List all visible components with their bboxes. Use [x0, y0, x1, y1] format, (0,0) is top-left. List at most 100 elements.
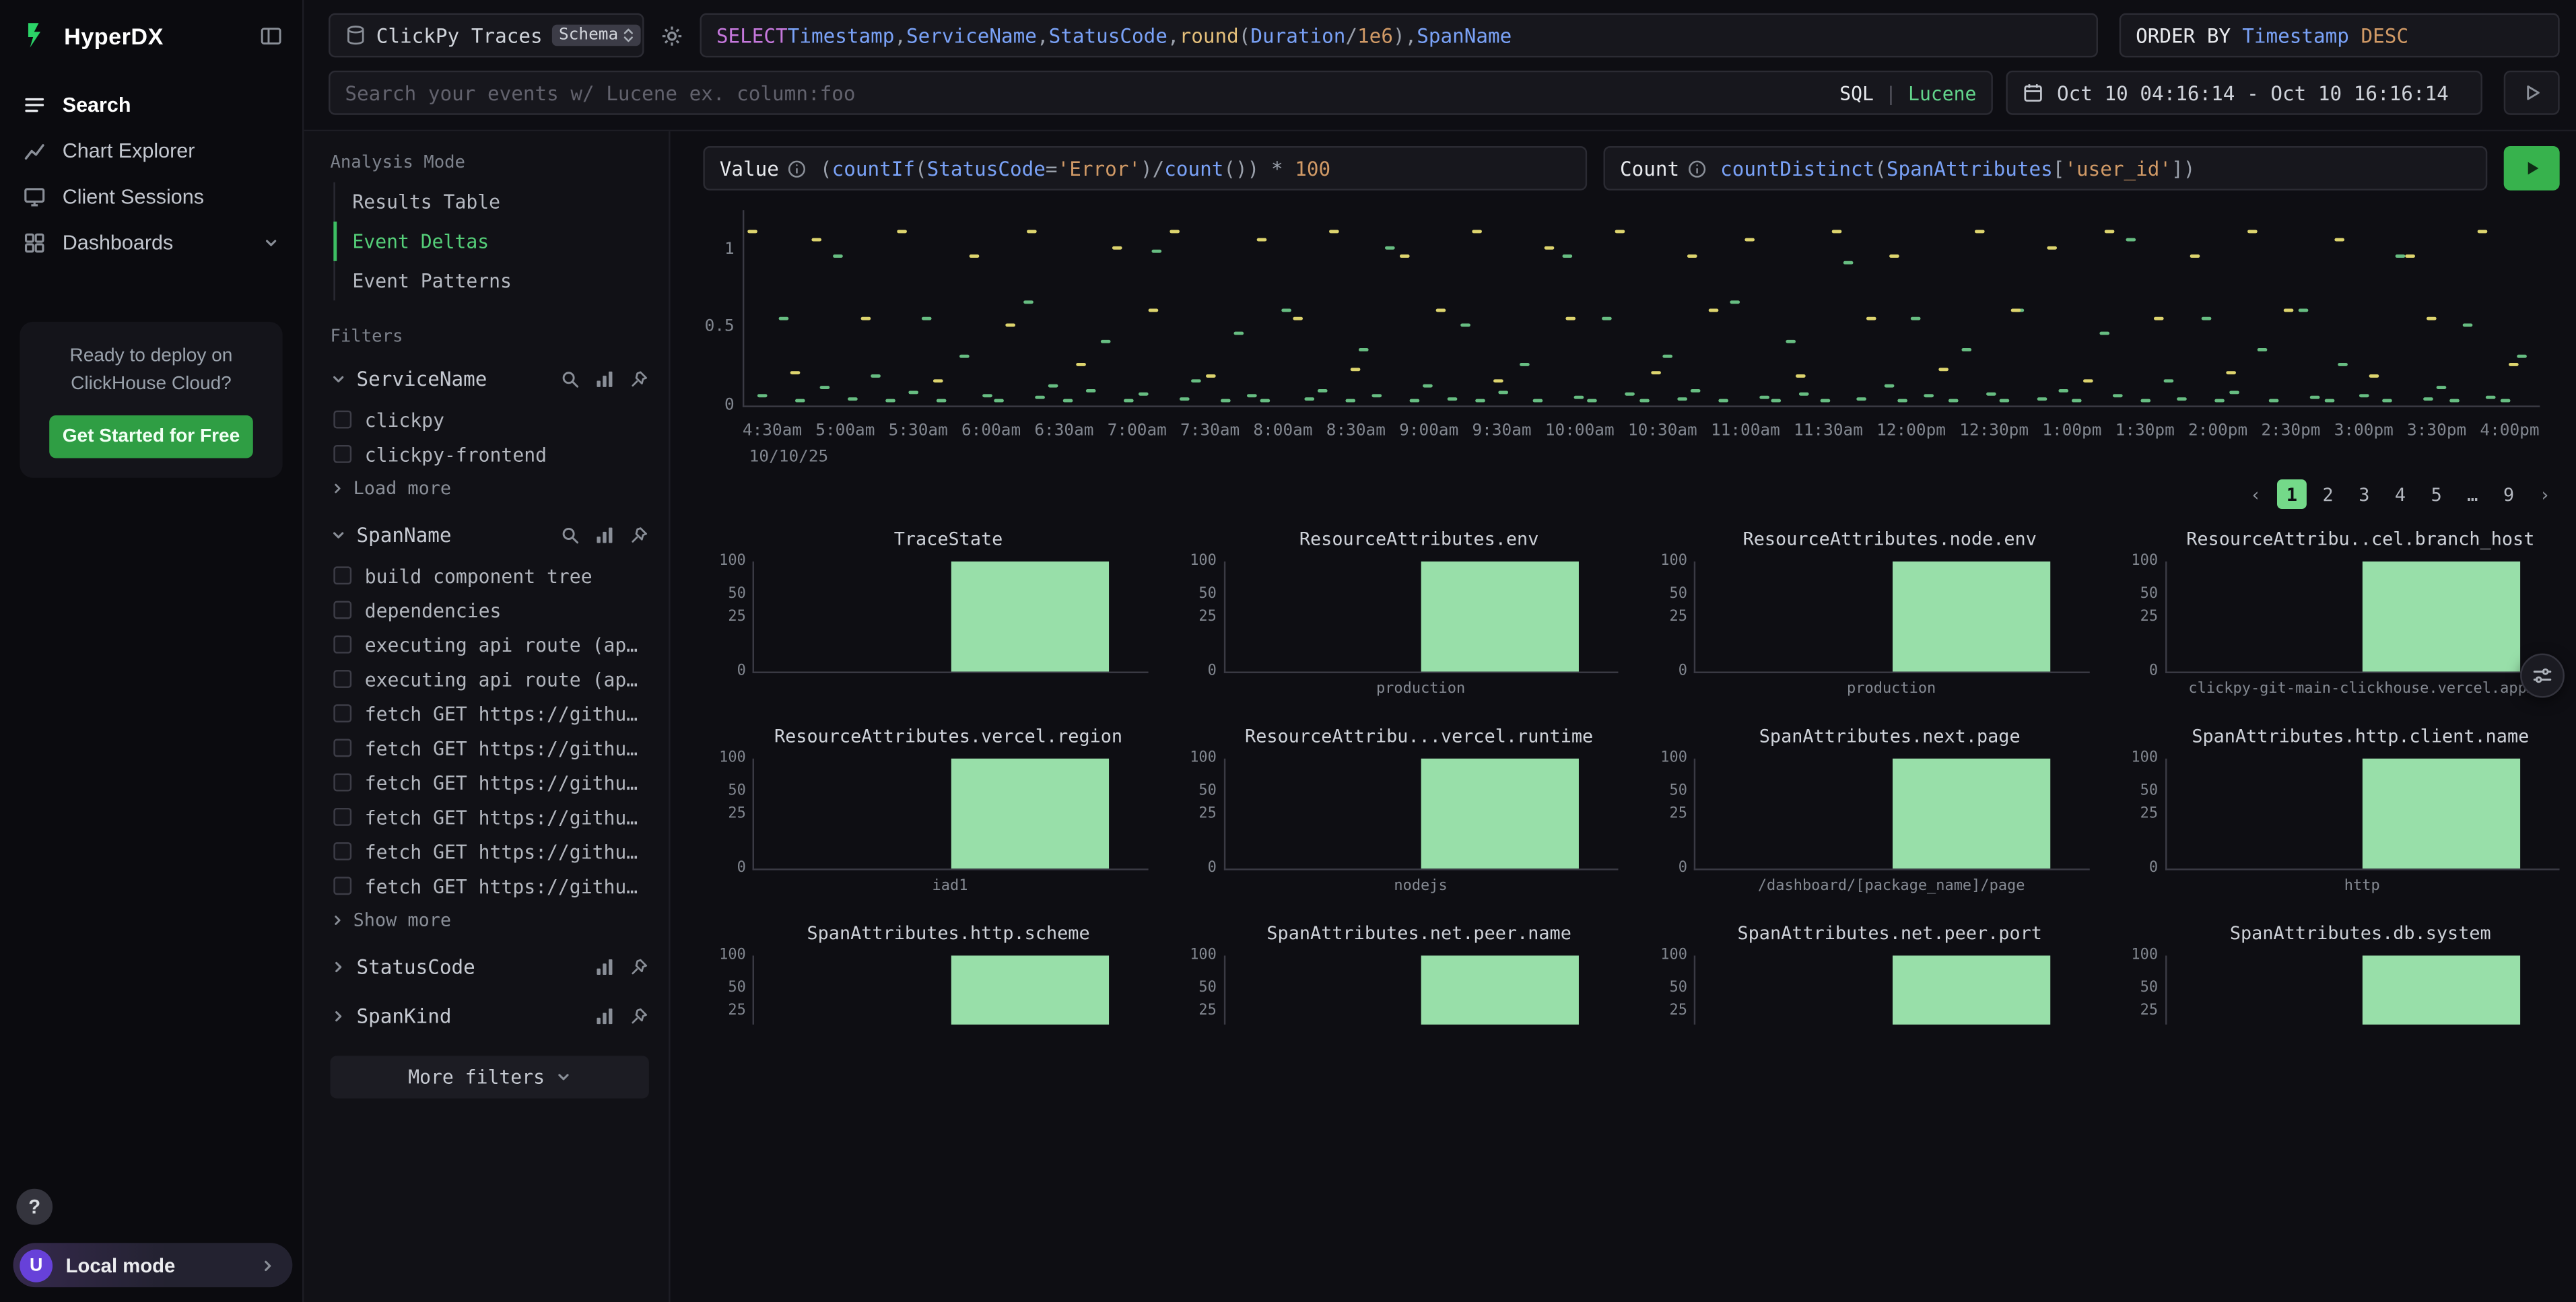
sidebar-item-search[interactable]: Search — [0, 82, 302, 128]
checkbox[interactable] — [333, 601, 351, 619]
mini-chart[interactable]: TraceState10050250 — [703, 528, 1147, 699]
filter-group-header[interactable]: SpanKind — [330, 994, 648, 1039]
schema-chip[interactable]: Schema — [552, 25, 641, 46]
load-more[interactable]: Load more — [330, 471, 648, 509]
toggle-sql[interactable]: SQL — [1839, 81, 1874, 104]
sidebar-item-client-sessions[interactable]: Client Sessions — [0, 174, 302, 220]
value-expression-input[interactable]: Value (countIf(StatusCode='Error')/count… — [703, 146, 1587, 191]
show-more[interactable]: Show more — [330, 903, 648, 940]
page-button-3[interactable]: 3 — [2349, 479, 2379, 509]
page-button-1[interactable]: 1 — [2277, 479, 2307, 509]
filter-option[interactable]: clickpy-frontend — [330, 437, 648, 471]
checkbox[interactable] — [333, 774, 351, 792]
filter-group-header[interactable]: ServiceName — [330, 356, 648, 402]
event-deltas-chart[interactable]: 10.50 4:30am5:00am5:30am6:00am6:30am7:00… — [703, 207, 2559, 469]
bar[interactable] — [1892, 561, 2049, 671]
bar[interactable] — [2363, 759, 2520, 868]
page-button-9[interactable]: 9 — [2494, 479, 2523, 509]
sql-select-input[interactable]: SELECT Timestamp, ServiceName, StatusCod… — [700, 13, 2098, 58]
mini-chart[interactable]: ResourceAttribu..cel.branch_host10050250… — [2115, 528, 2560, 699]
filter-option[interactable]: fetch GET https://github.… — [330, 868, 648, 903]
bar-chart-icon[interactable] — [595, 957, 614, 977]
bar[interactable] — [1892, 955, 2049, 1024]
mini-chart[interactable]: ResourceAttributes.vercel.region10050250… — [703, 726, 1147, 897]
bar[interactable] — [1421, 561, 1579, 671]
search-icon[interactable] — [560, 370, 580, 389]
filter-group-header[interactable]: StatusCode — [330, 944, 648, 990]
page-button-2[interactable]: 2 — [2313, 479, 2343, 509]
toggle-lucene[interactable]: Lucene — [1908, 81, 1976, 104]
mini-chart[interactable]: ResourceAttributes.node.env10050250produ… — [1645, 528, 2089, 699]
checkbox[interactable] — [333, 739, 351, 757]
checkbox[interactable] — [333, 411, 351, 429]
bar-chart-icon[interactable] — [595, 525, 614, 545]
filter-option[interactable]: clickpy — [330, 403, 648, 437]
bar[interactable] — [1892, 759, 2049, 868]
chart-settings-button[interactable] — [2520, 654, 2565, 698]
mini-chart[interactable]: SpanAttributes.net.peer.port100502508443 — [1645, 923, 2089, 1025]
mini-chart[interactable]: ResourceAttributes.env10050250production — [1174, 528, 1618, 699]
bar[interactable] — [1421, 759, 1579, 868]
mode-event-deltas[interactable]: Event Deltas — [333, 221, 649, 261]
checkbox[interactable] — [333, 445, 351, 463]
mode-event-patterns[interactable]: Event Patterns — [333, 261, 649, 301]
count-expression-input[interactable]: Count countDistinct(SpanAttributes['user… — [1604, 146, 2488, 191]
deltas-plot-area[interactable]: 10.50 — [743, 210, 2540, 407]
checkbox[interactable] — [333, 670, 351, 688]
mode-results-table[interactable]: Results Table — [333, 182, 649, 222]
mini-chart[interactable]: SpanAttributes.http.client.name10050250h… — [2115, 726, 2560, 897]
event-search-bar[interactable]: SQL | Lucene — [329, 71, 1993, 115]
checkbox[interactable] — [333, 877, 351, 895]
date-range-picker[interactable]: Oct 10 04:16:14 - Oct 10 16:16:14 — [2006, 71, 2482, 115]
checkbox[interactable] — [333, 808, 351, 826]
filter-option[interactable]: build component tree — [330, 558, 648, 592]
filter-option[interactable]: fetch GET https://github.… — [330, 834, 648, 868]
source-selector[interactable]: ClickPy Traces Schema — [329, 13, 644, 58]
page-next-button[interactable]: › — [2530, 479, 2560, 509]
pin-icon[interactable] — [630, 525, 649, 545]
pin-icon[interactable] — [630, 957, 649, 977]
bar[interactable] — [951, 759, 1108, 868]
search-icon[interactable] — [560, 525, 580, 545]
gear-icon[interactable] — [657, 24, 687, 46]
local-mode-button[interactable]: U Local mode — [13, 1243, 293, 1287]
bar[interactable] — [1421, 955, 1579, 1024]
mini-chart[interactable]: SpanAttributes.next.page10050250/dashboa… — [1645, 726, 2089, 897]
checkbox[interactable] — [333, 636, 351, 654]
page-prev-button[interactable]: ‹ — [2241, 479, 2270, 509]
filter-option[interactable]: fetch GET https://github.… — [330, 696, 648, 730]
help-button[interactable]: ? — [16, 1189, 53, 1225]
filter-option[interactable]: fetch GET https://github.… — [330, 800, 648, 834]
mini-chart[interactable]: SpanAttributes.http.scheme10050250https — [703, 923, 1147, 1025]
bar[interactable] — [2363, 955, 2520, 1024]
bar-chart-icon[interactable] — [595, 370, 614, 389]
pin-icon[interactable] — [630, 370, 649, 389]
more-filters-button[interactable]: More filters — [330, 1056, 648, 1098]
sidebar-item-chart-explorer[interactable]: Chart Explorer — [0, 128, 302, 174]
bar[interactable] — [2363, 561, 2520, 671]
live-tail-button[interactable] — [2504, 71, 2560, 115]
mini-chart[interactable]: SpanAttributes.db.system10050250clickhou… — [2115, 923, 2560, 1025]
filter-option[interactable]: executing api route (app)… — [330, 627, 648, 662]
filter-option[interactable]: dependencies — [330, 592, 648, 627]
filter-option[interactable]: fetch GET https://github.… — [330, 765, 648, 800]
collapse-sidebar-icon[interactable] — [260, 24, 283, 46]
page-button-5[interactable]: 5 — [2422, 479, 2451, 509]
filter-option[interactable]: executing api route (app)… — [330, 662, 648, 696]
avatar[interactable]: U — [20, 1249, 53, 1282]
run-query-button[interactable] — [2504, 146, 2560, 191]
bar[interactable] — [951, 955, 1108, 1024]
filter-group-header[interactable]: SpanName — [330, 512, 648, 558]
sidebar-item-dashboards[interactable]: Dashboards — [0, 220, 302, 266]
bar-chart-icon[interactable] — [595, 1006, 614, 1026]
order-by-input[interactable]: ORDER BY Timestamp DESC — [2120, 13, 2560, 58]
mini-chart[interactable]: ResourceAttribu...vercel.runtime10050250… — [1174, 726, 1618, 897]
page-button-4[interactable]: 4 — [2385, 479, 2415, 509]
bar[interactable] — [951, 561, 1108, 671]
pin-icon[interactable] — [630, 1006, 649, 1026]
search-input[interactable] — [345, 81, 1826, 104]
filter-option[interactable]: fetch GET https://github.… — [330, 730, 648, 765]
get-started-button[interactable]: Get Started for Free — [50, 416, 252, 458]
checkbox[interactable] — [333, 704, 351, 722]
checkbox[interactable] — [333, 842, 351, 860]
